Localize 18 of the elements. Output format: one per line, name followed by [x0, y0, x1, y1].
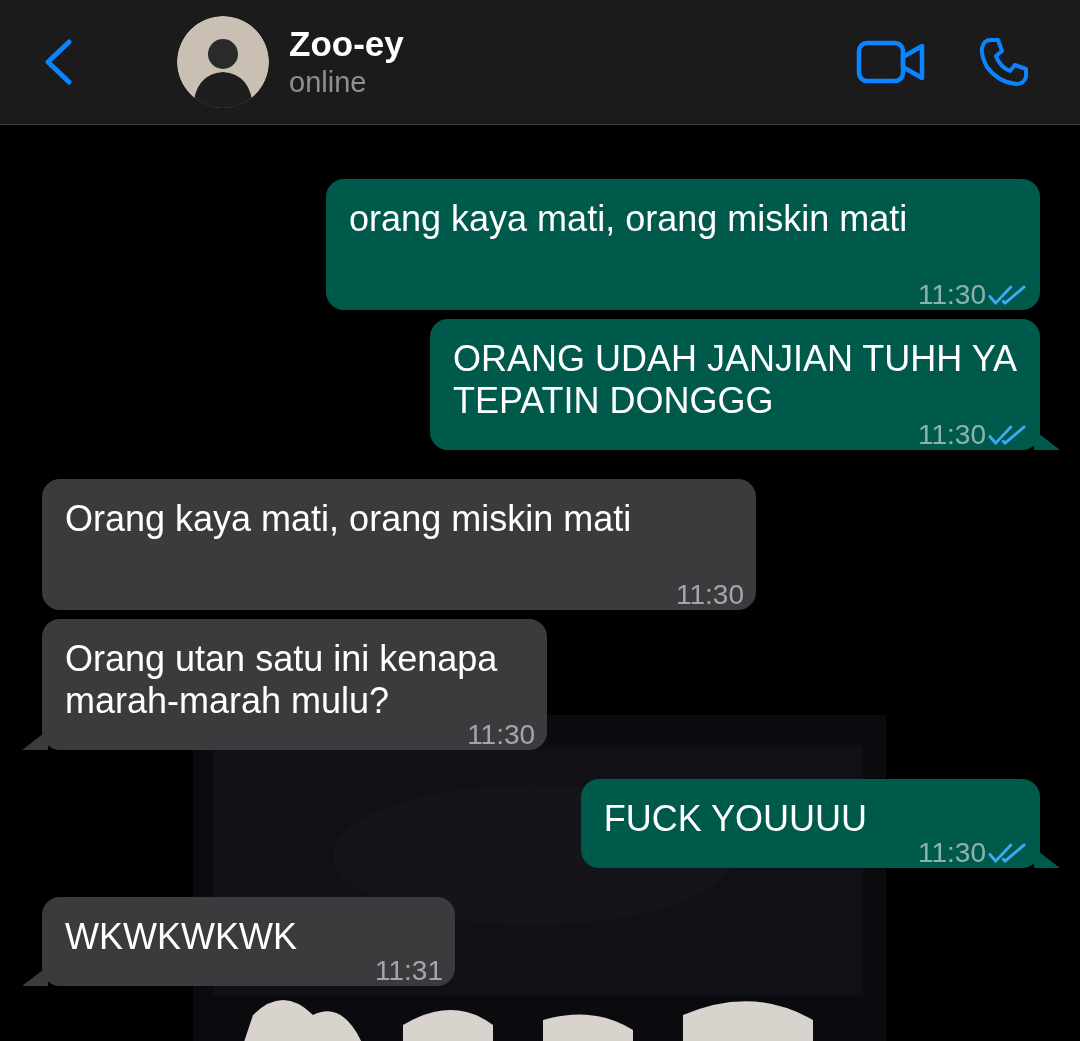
message-text: orang kaya mati, orang miskin mati	[349, 198, 908, 239]
message-text: Orang utan satu ini kenapa marah-marah mulu?	[65, 638, 498, 721]
message-time: 11:30	[918, 422, 986, 448]
message-time: 11:30	[676, 582, 744, 608]
video-call-icon[interactable]	[856, 40, 926, 84]
message-text: ORANG UDAH JANJIAN TUHH YA TEPATIN DONGGG	[452, 338, 1017, 421]
message-time: 11:30	[918, 282, 986, 308]
message-time: 11:30	[918, 840, 986, 866]
back-icon[interactable]	[43, 39, 73, 85]
avatar[interactable]	[177, 16, 269, 108]
message-text: FUCK YOUUUU	[603, 798, 867, 839]
message-text: Orang kaya mati, orang miskin mati	[65, 498, 632, 539]
message-text: WKWKWKWK	[65, 916, 297, 957]
message-time: 11:31	[374, 958, 443, 984]
phone-icon[interactable]	[978, 36, 1030, 88]
message-time: 11:30	[467, 722, 536, 748]
contact-status: online	[289, 65, 368, 100]
contact-name: Zoo-ey	[289, 24, 405, 64]
